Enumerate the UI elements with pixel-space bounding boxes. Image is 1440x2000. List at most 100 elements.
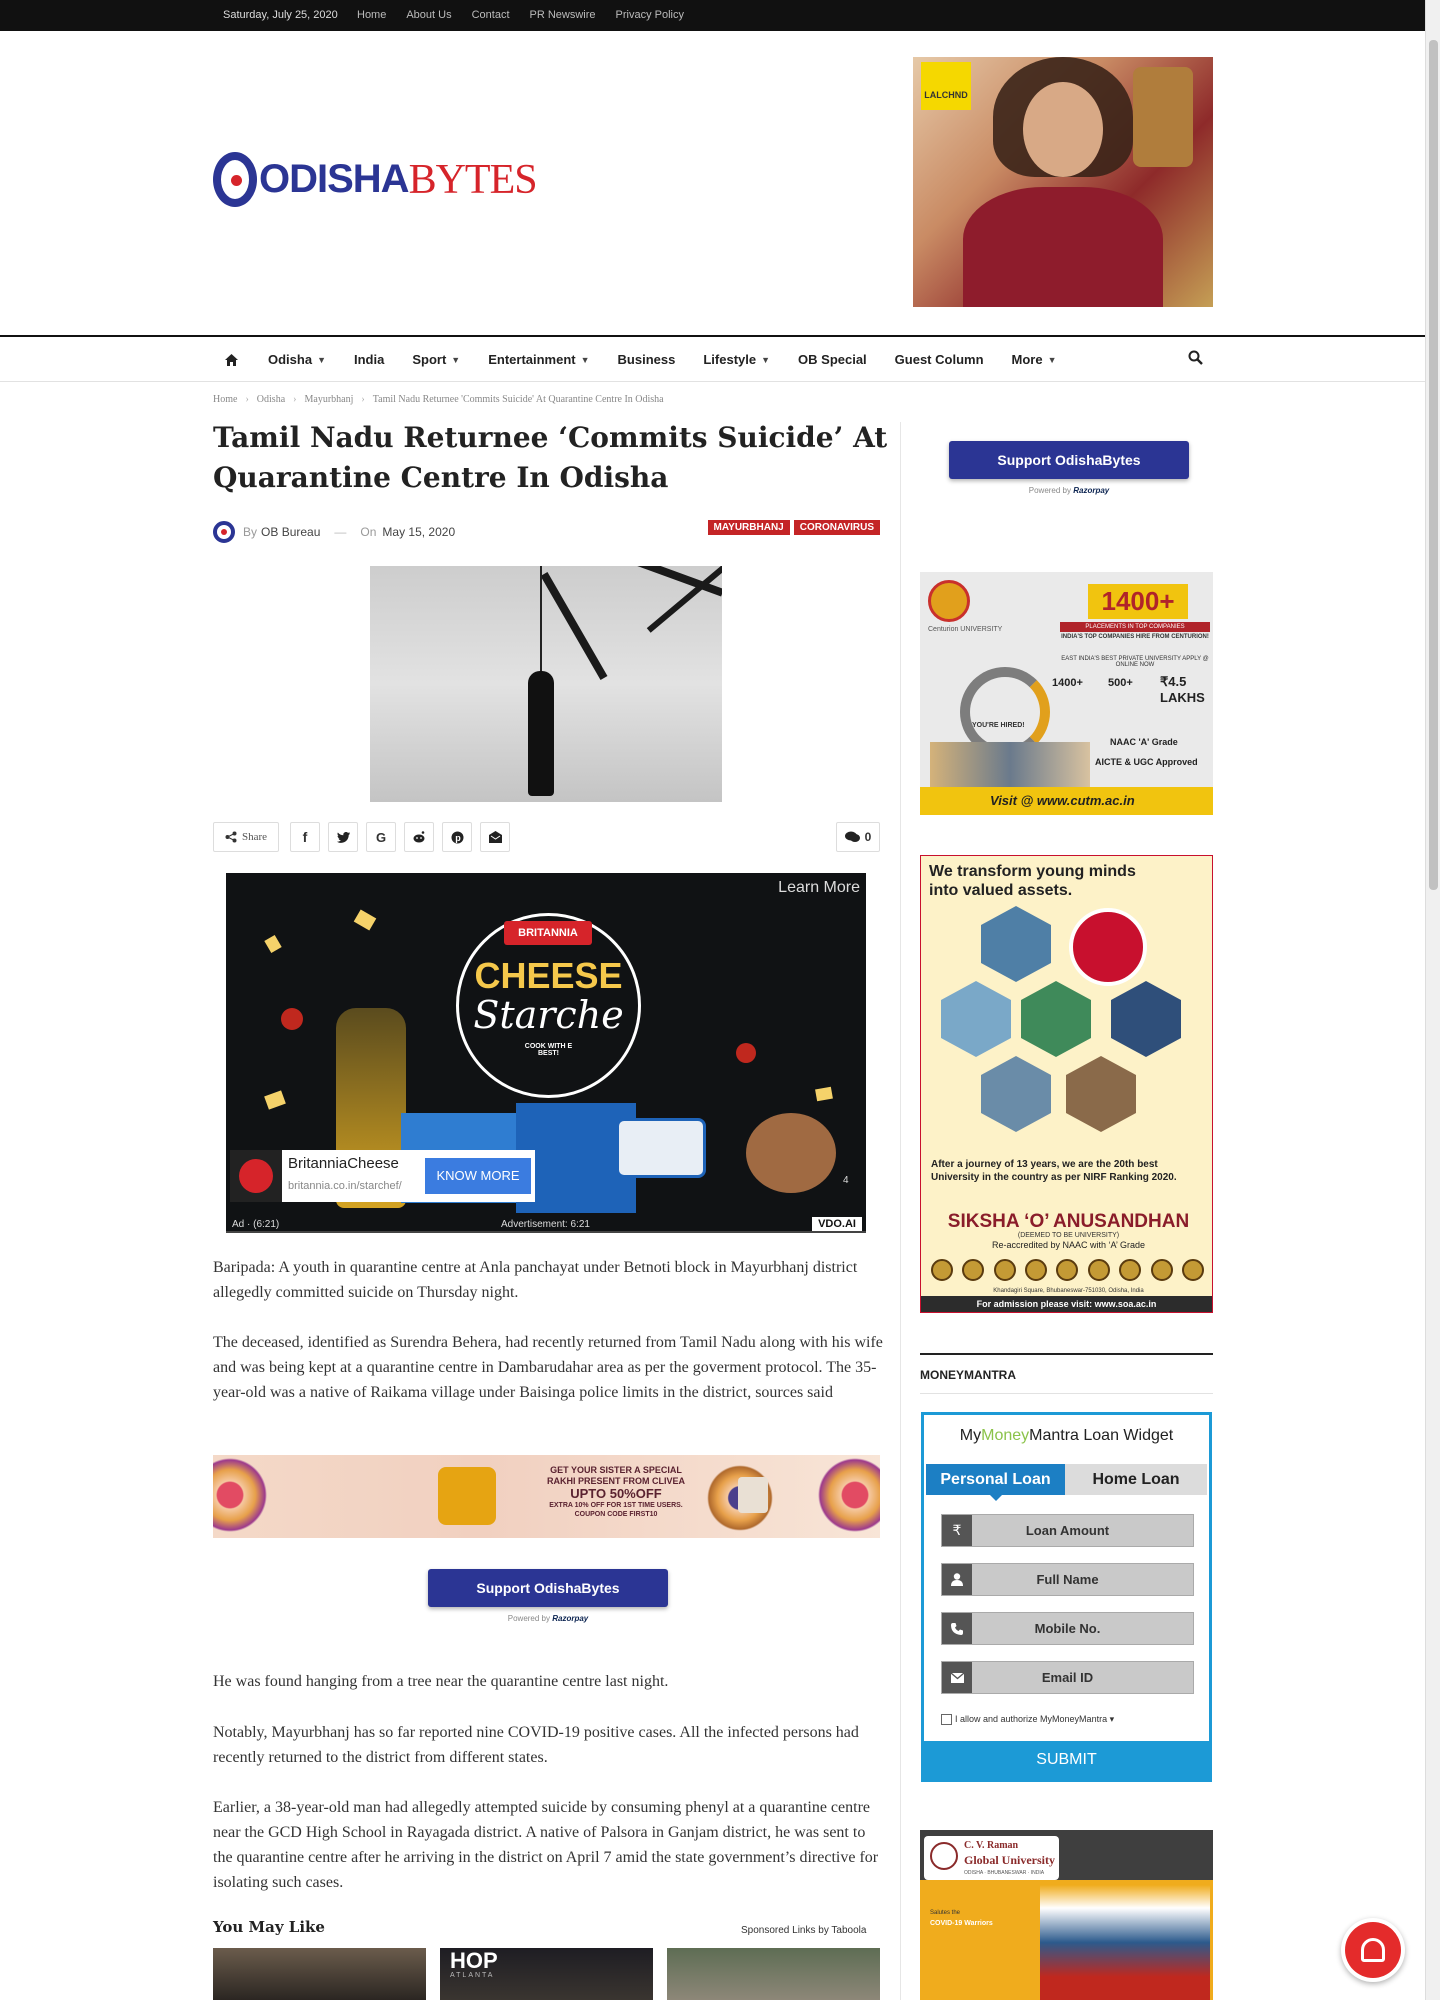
cu-name: Centurion UNIVERSITY — [928, 626, 1003, 633]
image-silhouette — [528, 671, 554, 796]
moneymantra-heading: MONEYMANTRA — [920, 1368, 1016, 1382]
consent-checkbox-row[interactable]: I allow and authorize MyMoneyMantra ▾ — [941, 1714, 1114, 1725]
article-paragraph: Earlier, a 38-year-old man had allegedly… — [213, 1799, 879, 1891]
banner-handbag-image — [438, 1467, 496, 1525]
nav-item-entertainment[interactable]: Entertainment ▼ — [474, 352, 603, 367]
article-paragraph: Notably, Mayurbhanj has so far reported … — [213, 1724, 859, 1766]
nav-label: Business — [617, 352, 676, 367]
share-label: Share — [241, 831, 268, 843]
centurion-university-ad[interactable]: Centurion UNIVERSITY 1400+ PLACEMENTS IN… — [920, 572, 1213, 815]
author-avatar[interactable] — [213, 521, 235, 543]
soa-accreditation-logos — [926, 1256, 1209, 1288]
cv-emblem — [930, 1842, 958, 1870]
video-ad[interactable]: BRITANNIA CHEESE Starche COOK WITH E BES… — [226, 873, 866, 1233]
related-heading: You May Like — [213, 1918, 325, 1936]
cv-raman-university-ad[interactable]: C. V. Raman Global University ODISHA · B… — [920, 1830, 1213, 2000]
breadcrumb: Home › Odisha › Mayurbhanj › Tamil Nadu Ret… — [213, 394, 664, 405]
share-facebook-button[interactable]: f — [290, 822, 320, 852]
top-link-pr-newswire[interactable]: PR Newswire — [530, 0, 596, 31]
soa-headline: We transform young minds into valued ass… — [929, 863, 1136, 899]
scrollbar-thumb[interactable] — [1429, 40, 1438, 890]
banner-mandala — [810, 1455, 880, 1538]
loan-widget: MyMoneyMantra Loan Widget Personal Loan … — [921, 1412, 1212, 1782]
full-name-field[interactable]: Full Name — [941, 1563, 1194, 1596]
chevron-right-icon: › — [293, 394, 297, 405]
cv-location: ODISHA · BHUBANESWAR · INDIA — [964, 1870, 1045, 1876]
tag-coronavirus[interactable]: CORONAVIRUS — [793, 520, 880, 535]
vdo-ai-logo[interactable]: VDO.AI — [812, 1217, 862, 1231]
soa-university-ad[interactable]: We transform young minds into valued ass… — [920, 855, 1213, 1313]
mobile-field[interactable]: Mobile No. — [941, 1612, 1194, 1645]
video-progress-bar[interactable] — [226, 1231, 866, 1233]
share-twitter-button[interactable] — [328, 822, 358, 852]
thumbnail-subtext: ATLANTA — [450, 1972, 495, 1979]
nav-item-india[interactable]: India — [340, 352, 398, 367]
share-pinterest-button[interactable]: p — [442, 822, 472, 852]
share-email-button[interactable] — [480, 822, 510, 852]
breadcrumb-home[interactable]: Home — [213, 394, 237, 405]
nav-item-ob-special[interactable]: OB Special — [784, 352, 881, 367]
related-thumbnail[interactable] — [667, 1948, 880, 2000]
nav-item-more[interactable]: More ▼ — [998, 352, 1071, 367]
header-ad-banner[interactable]: LALCHND — [913, 57, 1213, 307]
banner-line: GET YOUR SISTER A SPECIAL — [550, 1465, 682, 1475]
learn-more-link[interactable]: Learn More — [778, 879, 860, 897]
title-part: Mantra Loan Widget — [1029, 1427, 1174, 1444]
top-link-contact[interactable]: Contact — [472, 0, 510, 31]
nav-home[interactable] — [213, 353, 254, 366]
nav-item-business[interactable]: Business — [604, 352, 690, 367]
image-branch — [486, 566, 722, 597]
submit-button[interactable]: SUBMIT — [924, 1741, 1209, 1779]
ad-mushrooms — [746, 1113, 836, 1193]
taboola-label[interactable]: Sponsored Links by Taboola — [741, 1925, 866, 1936]
tab-personal-loan[interactable]: Personal Loan — [926, 1464, 1065, 1501]
soa-journey-text: After a journey of 13 years, we are the … — [931, 1159, 1177, 1183]
ad-brand-logo: LALCHND — [921, 62, 971, 110]
know-more-button[interactable]: KNOW MORE — [425, 1158, 531, 1194]
top-link-about[interactable]: About Us — [406, 0, 451, 31]
loan-amount-field[interactable]: ₹ Loan Amount — [941, 1514, 1194, 1547]
ad-counter: 4 — [843, 1175, 849, 1186]
svg-text:p: p — [455, 833, 461, 843]
cv-name: Global University — [964, 1853, 1056, 1867]
site-logo[interactable]: ODISHA BYTES — [213, 152, 538, 207]
top-link-privacy[interactable]: Privacy Policy — [616, 0, 684, 31]
soa-photo-hex — [981, 906, 1051, 982]
author-name[interactable]: OB Bureau — [261, 525, 320, 539]
nav-item-sport[interactable]: Sport ▼ — [398, 352, 474, 367]
image-branch — [540, 572, 608, 680]
cu-hired-text: YOU'RE HIRED! — [972, 722, 1025, 729]
share-google-button[interactable]: G — [366, 822, 396, 852]
rakhi-banner-ad[interactable]: GET YOUR SISTER A SPECIAL RAKHI PRESENT … — [213, 1455, 880, 1538]
breadcrumb-mayurbhanj[interactable]: Mayurbhanj — [304, 394, 353, 405]
breadcrumb-odisha[interactable]: Odisha — [257, 394, 285, 405]
advertiser-url: britannia.co.in/starchef/ — [288, 1180, 402, 1192]
share-button[interactable]: Share — [213, 822, 279, 852]
top-link-home[interactable]: Home — [357, 0, 386, 31]
cu-big-number: 1400+ — [1088, 584, 1188, 619]
featured-image — [370, 566, 722, 802]
comments-button[interactable]: 0 — [836, 822, 880, 852]
title-part: Money — [981, 1427, 1030, 1444]
consent-checkbox[interactable] — [941, 1714, 952, 1725]
support-button[interactable]: Support OdishaBytes — [428, 1569, 668, 1607]
nav-item-odisha[interactable]: Odisha ▼ — [254, 352, 340, 367]
ad-tomato — [736, 1043, 756, 1063]
related-thumbnail[interactable]: HOP ATLANTA — [440, 1948, 653, 2000]
advertiser-card[interactable]: BritanniaCheese britannia.co.in/starchef… — [230, 1150, 535, 1202]
tab-home-loan[interactable]: Home Loan — [1065, 1464, 1207, 1495]
cv-warriors: COVID-19 Warriors — [930, 1920, 993, 1927]
related-thumbnail[interactable] — [213, 1948, 426, 2000]
sidebar-support-button[interactable]: Support OdishaBytes — [949, 441, 1189, 479]
notification-bell-button[interactable] — [1341, 1918, 1405, 1982]
razorpay-logo: Razorpay — [552, 1614, 589, 1623]
email-field[interactable]: Email ID — [941, 1661, 1194, 1694]
tag-mayurbhanj[interactable]: MAYURBHANJ — [707, 520, 790, 535]
page-scrollbar[interactable] — [1425, 0, 1440, 2000]
search-icon[interactable] — [1188, 350, 1203, 365]
share-reddit-button[interactable] — [404, 822, 434, 852]
nav-item-lifestyle[interactable]: Lifestyle ▼ — [689, 352, 784, 367]
nav-item-guest-column[interactable]: Guest Column — [881, 352, 998, 367]
soa-photo-hex — [1111, 981, 1181, 1057]
ad-title-cheese: CHEESE — [474, 955, 623, 996]
